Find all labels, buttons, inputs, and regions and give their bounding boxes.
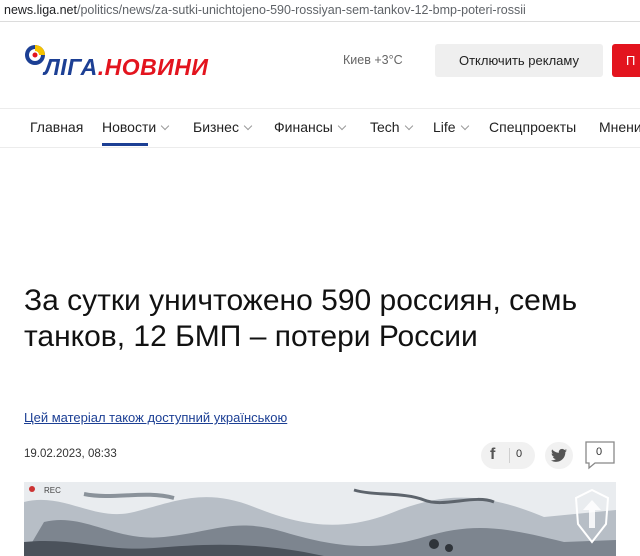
nav-item-label: Спецпроекты xyxy=(489,119,577,135)
active-indicator xyxy=(102,143,149,146)
nav-item-special-projects[interactable]: Спецпроекты xyxy=(489,119,576,135)
nav-item-label: Главная xyxy=(30,119,84,135)
url-text[interactable]: news.liga.net/politics/news/za-sutki-uni… xyxy=(4,3,526,17)
logo-wordmark: ЛIГА.НОВИНИ xyxy=(44,54,208,81)
nav-item-label: Мнени xyxy=(599,119,640,135)
twitter-icon xyxy=(551,448,567,462)
nav-item-business[interactable]: Бизнес xyxy=(193,119,253,135)
liga-logo-icon xyxy=(25,45,45,65)
weather-widget[interactable]: Киев +3°C xyxy=(343,53,403,67)
nav-item-label: Tech xyxy=(370,119,400,135)
chevron-down-icon xyxy=(404,121,413,131)
chevron-down-icon xyxy=(460,121,469,131)
facebook-share-count: 0 xyxy=(516,448,523,460)
logo-section-text: НОВИНИ xyxy=(104,54,209,80)
chevron-down-icon xyxy=(243,121,253,131)
disable-ads-button[interactable]: Отключить рекламу xyxy=(435,44,603,77)
twitter-share-button[interactable] xyxy=(545,442,573,469)
nav-item-label: Финансы xyxy=(274,119,333,135)
nav-item-finance[interactable]: Финансы xyxy=(274,119,347,135)
nav-item-tech[interactable]: Tech xyxy=(370,119,413,135)
nav-item-news[interactable]: Новости xyxy=(102,119,170,146)
ukrainian-version-link[interactable]: Цей матеріал також доступний українською xyxy=(24,410,287,425)
url-path: /politics/news/za-sutki-unichtojeno-590-… xyxy=(76,3,526,17)
recording-label: REC xyxy=(44,486,61,495)
nav-item-label: Life xyxy=(433,119,456,135)
url-host: news.liga.net xyxy=(4,3,77,17)
chevron-down-icon xyxy=(337,121,347,131)
nav-item-label: Бизнес xyxy=(193,119,239,135)
comments-button[interactable]: 0 xyxy=(585,441,615,470)
site-header: ЛIГА.НОВИНИ Киев +3°C Отключить рекламу … xyxy=(0,22,640,109)
facebook-icon: f xyxy=(490,446,496,463)
divider xyxy=(509,448,510,463)
main-nav: Главная Новости Бизнес Финансы Tech Life… xyxy=(0,109,640,148)
logo-dot: . xyxy=(97,54,105,80)
nav-item-opinions[interactable]: Мнени xyxy=(599,119,640,135)
logo-brand-text: ЛIГА xyxy=(44,54,98,80)
subscribe-button[interactable]: П xyxy=(612,44,640,77)
unit-emblem-icon xyxy=(574,488,610,544)
nav-item-life[interactable]: Life xyxy=(433,119,469,135)
nav-item-label: Новости xyxy=(102,119,157,135)
publish-date: 19.02.2023, 08:33 xyxy=(24,448,117,460)
nav-item-home[interactable]: Главная xyxy=(30,119,83,135)
chevron-down-icon xyxy=(160,121,170,131)
comments-count: 0 xyxy=(595,446,603,458)
site-logo[interactable]: ЛIГА.НОВИНИ xyxy=(24,44,224,82)
address-bar[interactable]: news.liga.net/politics/news/za-sutki-uni… xyxy=(0,0,640,22)
article-headline: За сутки уничтожено 590 россиян, семь та… xyxy=(24,284,578,353)
article-hero-image: REC xyxy=(24,482,616,556)
facebook-share-button[interactable]: f 0 xyxy=(481,442,535,469)
hero-image-scene xyxy=(24,482,616,556)
